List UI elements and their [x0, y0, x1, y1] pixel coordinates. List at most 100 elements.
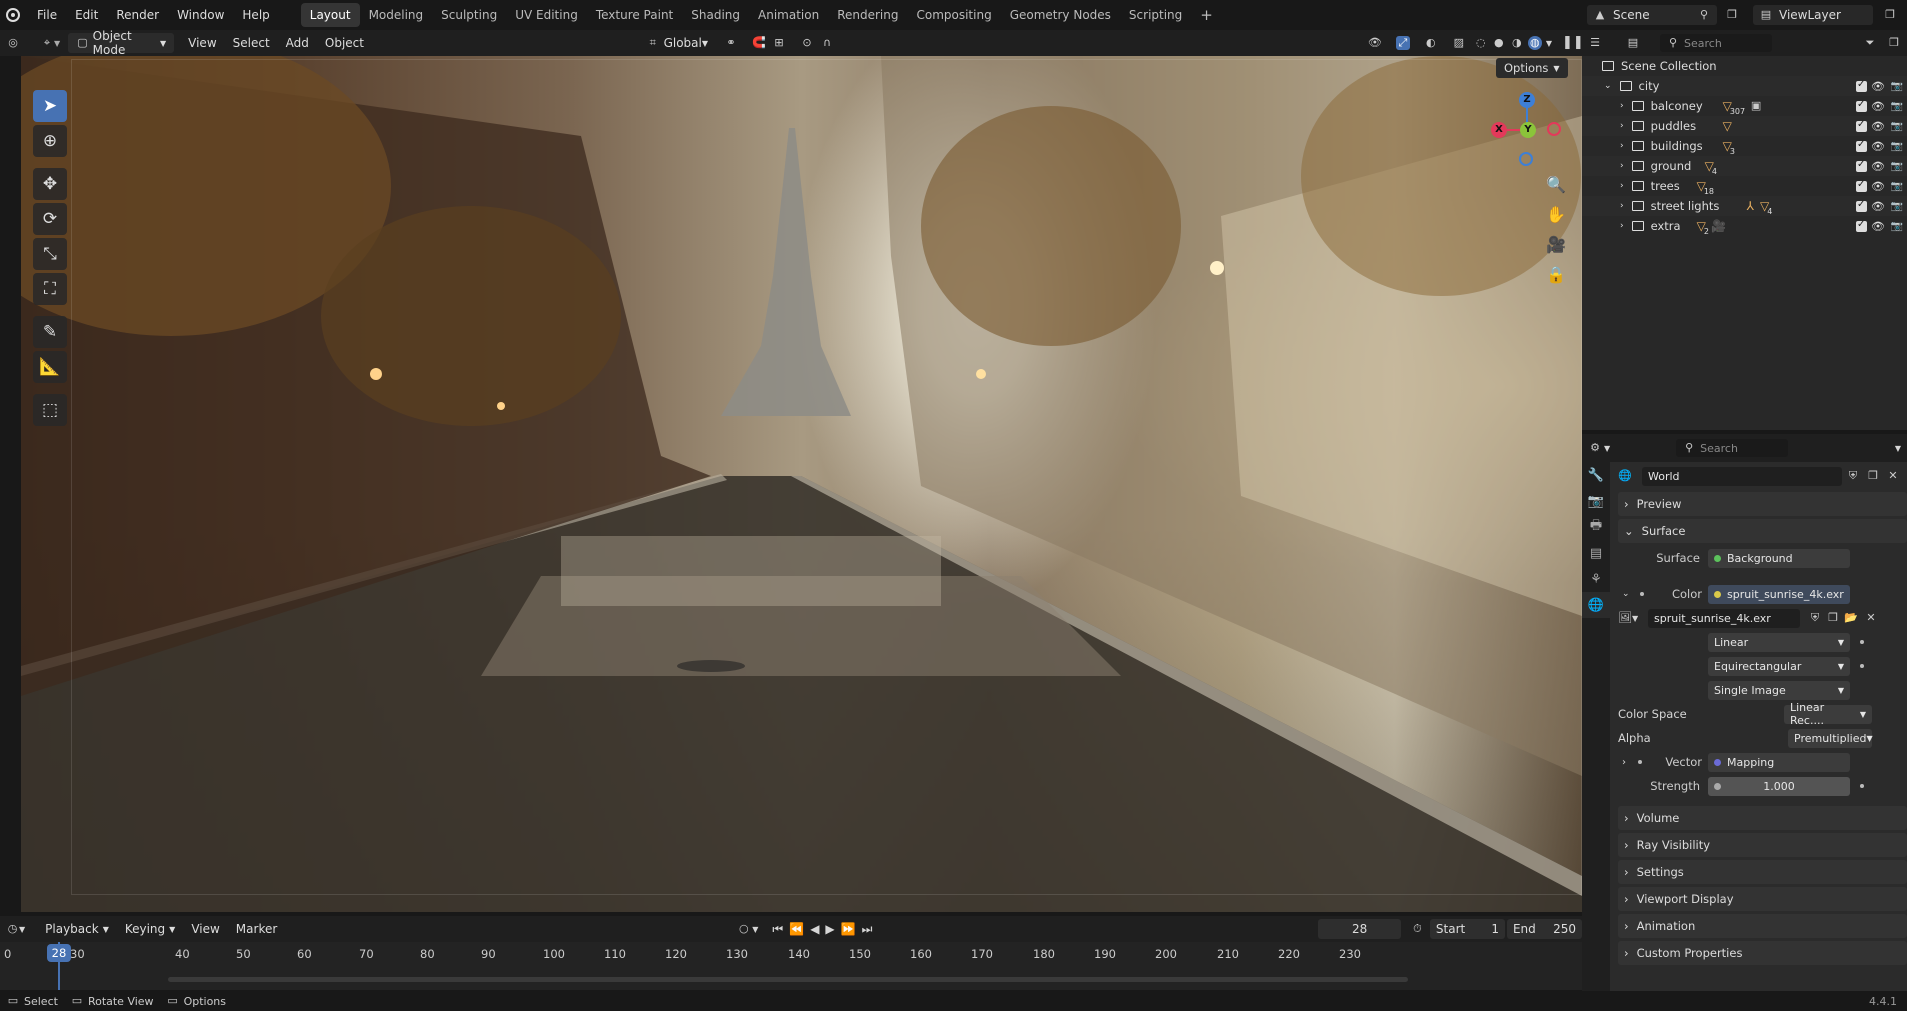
surface-shader-field[interactable]: Background [1708, 548, 1850, 568]
transform-tool[interactable]: ⛶ [33, 273, 67, 305]
tab-scripting[interactable]: Scripting [1120, 3, 1191, 27]
menu-select[interactable]: Select [225, 33, 278, 53]
pivot-point-icon[interactable]: ⚭ [724, 36, 738, 50]
eye-icon[interactable]: 👁 [1871, 220, 1885, 233]
move-tool[interactable]: ✥ [33, 168, 67, 200]
tab-render[interactable]: 📷 [1582, 488, 1610, 514]
add-workspace-button[interactable]: + [1191, 1, 1222, 29]
collection-city-row[interactable]: ⌄ city 👁 📷 [1582, 76, 1907, 96]
exclude-checkbox[interactable] [1856, 79, 1867, 92]
eye-icon[interactable]: 👁 [1871, 140, 1885, 153]
chevron-down-icon[interactable]: ▼ [1546, 39, 1552, 48]
lock-icon[interactable]: 🔒 [1544, 263, 1568, 287]
gizmo-toggle-icon[interactable]: ⤢ [1395, 36, 1410, 50]
xray-icon[interactable]: ▨ [1452, 36, 1466, 50]
list-item[interactable]: › extra ▽2 🎥 👁 📷 [1582, 216, 1907, 236]
color-input-field[interactable]: spruit_sunrise_4k.exr [1708, 584, 1850, 604]
measure-tool[interactable]: 📐 [33, 351, 67, 383]
collapse-arrow-icon[interactable]: ⌄ [1622, 589, 1630, 599]
outliner-search-input[interactable]: ⚲ Search [1660, 34, 1772, 52]
jump-end-icon[interactable]: ⏭ [862, 922, 873, 937]
strength-field[interactable]: 1.000 [1708, 776, 1850, 796]
tab-animation[interactable]: Animation [749, 3, 828, 27]
zoom-icon[interactable]: 🔍 [1544, 173, 1568, 197]
keyframe-dot-icon[interactable] [1860, 784, 1864, 788]
tab-tool[interactable]: 🔧 [1582, 462, 1610, 488]
snap-target-icon[interactable]: ⊞ [772, 36, 786, 50]
open-image-icon[interactable]: 📂 [1844, 611, 1858, 625]
new-scene-icon[interactable]: ❐ [1725, 8, 1739, 22]
exclude-checkbox[interactable] [1856, 99, 1867, 112]
orientation-selector[interactable]: ⌗ Global ▼ [640, 33, 716, 53]
render-camera-icon[interactable]: 📷 [1891, 121, 1903, 132]
panel-preview[interactable]: › Preview [1618, 492, 1907, 516]
render-camera-icon[interactable]: 📷 [1891, 81, 1903, 92]
properties-search-input[interactable]: ⚲ Search [1676, 439, 1789, 457]
properties-editor-icon[interactable]: ⚙ [1588, 441, 1602, 455]
current-frame-field[interactable]: 28 [1318, 919, 1401, 939]
menu-keying[interactable]: Keying ▼ [117, 919, 183, 939]
rendered-shading-icon[interactable]: ◍ [1527, 36, 1542, 50]
new-viewlayer-icon[interactable]: ❐ [1883, 8, 1897, 22]
camera-view-icon[interactable]: 🎥 [1544, 233, 1568, 257]
fake-user-shield-icon[interactable]: ⛨ [1808, 611, 1822, 625]
tab-shading[interactable]: Shading [682, 3, 749, 27]
render-camera-icon[interactable]: 📷 [1891, 161, 1903, 172]
menu-help[interactable]: Help [233, 8, 278, 22]
tab-output[interactable]: 🖶 [1582, 514, 1610, 540]
jump-keyframe-back-icon[interactable]: ⏪ [789, 922, 804, 936]
pin-icon[interactable]: ⚲ [1697, 8, 1711, 22]
add-cube-tool[interactable]: ⬚ [33, 394, 67, 426]
exclude-checkbox[interactable] [1856, 199, 1867, 212]
pan-hand-icon[interactable]: ✋ [1544, 203, 1568, 227]
render-camera-icon[interactable]: 📷 [1891, 101, 1903, 112]
menu-add[interactable]: Add [278, 33, 317, 53]
playhead-frame-badge[interactable]: 28 [47, 944, 71, 962]
eye-icon[interactable]: 👁 [1871, 200, 1885, 213]
alpha-select[interactable]: Premultiplied ▼ [1788, 728, 1873, 748]
close-icon[interactable]: ✕ [1886, 469, 1900, 483]
timeline[interactable]: 0 30 40 50 60 70 80 90 100 110 120 130 140 150 160 170 1… [0, 942, 1582, 990]
viewlayer-selector[interactable]: ▤ ViewLayer [1753, 5, 1873, 25]
navigation-gizmo[interactable]: Z X Y [1487, 90, 1567, 170]
duplicate-icon[interactable]: ❐ [1826, 611, 1840, 625]
expand-arrow-icon[interactable]: › [1620, 141, 1624, 151]
rotate-tool[interactable]: ⟳ [33, 203, 67, 235]
expand-arrow-icon[interactable]: › [1620, 181, 1624, 191]
overlay-icon[interactable]: ◐ [1424, 36, 1438, 50]
keyframe-dot-icon[interactable] [1860, 664, 1864, 668]
panel-custom-properties[interactable]: › Custom Properties [1618, 941, 1907, 965]
display-mode-icon[interactable]: ▤ [1626, 36, 1640, 50]
keyframe-dot-icon[interactable] [1860, 640, 1864, 644]
visibility-icon[interactable]: 👁 [1368, 36, 1382, 50]
render-camera-icon[interactable]: 📷 [1891, 201, 1903, 212]
image-icon[interactable]: 🖼 [1618, 611, 1632, 625]
proportional-edit-icon[interactable]: ⊙ [800, 36, 814, 50]
mode-selector[interactable]: ▢ Object Mode ▼ [68, 29, 175, 57]
vector-input-field[interactable]: Mapping [1708, 752, 1850, 772]
list-item[interactable]: › ground ▽4 👁 📷 [1582, 156, 1907, 176]
duplicate-icon[interactable]: ❐ [1866, 469, 1880, 483]
play-icon[interactable]: ▶ [825, 922, 834, 936]
tab-scene[interactable]: ⚘ [1582, 566, 1610, 592]
expand-arrow-icon[interactable]: › [1620, 101, 1624, 111]
collapse-arrow-icon[interactable]: ⌄ [1604, 81, 1612, 91]
gizmo-x-axis[interactable]: X [1491, 122, 1507, 138]
gizmo-neg-z[interactable] [1519, 152, 1533, 166]
tab-modeling[interactable]: Modeling [360, 3, 433, 27]
options-button[interactable]: Options ▼ [1496, 58, 1568, 78]
exclude-checkbox[interactable] [1856, 179, 1867, 192]
material-shading-icon[interactable]: ◑ [1510, 36, 1524, 50]
expand-arrow-icon[interactable]: › [1622, 757, 1626, 768]
panel-ray-visibility[interactable]: › Ray Visibility [1618, 833, 1907, 857]
tab-rendering[interactable]: Rendering [828, 3, 907, 27]
expand-arrow-icon[interactable]: › [1620, 201, 1624, 211]
gizmo-neg-x[interactable] [1547, 122, 1561, 136]
annotate-tool[interactable]: ✎ [33, 316, 67, 348]
expand-arrow-icon[interactable]: › [1620, 161, 1624, 171]
blender-logo-icon[interactable] [6, 8, 20, 22]
tab-texture-paint[interactable]: Texture Paint [587, 3, 682, 27]
world-name-field[interactable]: World [1642, 466, 1842, 486]
select-box-tool[interactable]: ➤ [33, 90, 67, 122]
3d-viewport[interactable] [21, 56, 1582, 912]
